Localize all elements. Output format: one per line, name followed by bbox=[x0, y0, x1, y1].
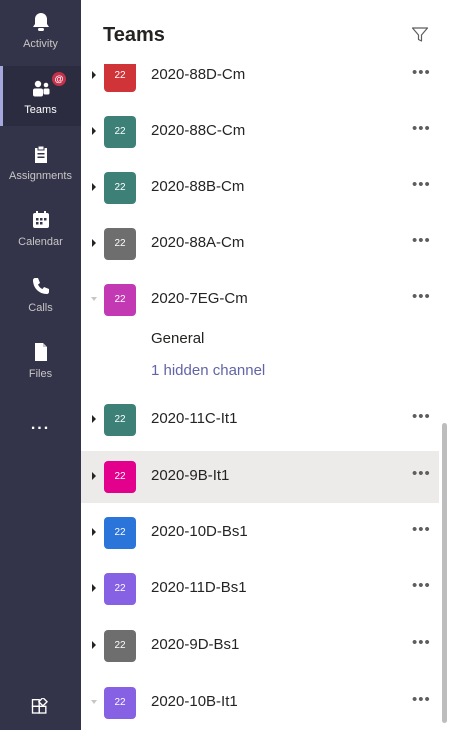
caret-right-icon[interactable] bbox=[90, 238, 98, 248]
rail-activity[interactable]: Activity bbox=[0, 0, 81, 60]
channel-general[interactable]: General bbox=[151, 330, 204, 347]
team-avatar: 22 bbox=[104, 116, 136, 148]
team-name: 2020-88A-Cm bbox=[151, 234, 245, 251]
team-name: 2020-88B-Cm bbox=[151, 178, 245, 195]
team-avatar: 22 bbox=[104, 517, 136, 549]
team-name: 2020-88C-Cm bbox=[151, 122, 246, 139]
team-row[interactable]: 22 2020-11C-It1 ••• bbox=[81, 394, 439, 446]
team-avatar: 22 bbox=[104, 228, 136, 260]
filter-icon[interactable] bbox=[411, 26, 429, 44]
more-apps-button[interactable]: ... bbox=[0, 416, 81, 434]
caret-down-icon[interactable] bbox=[90, 294, 98, 304]
rail-activity-label: Activity bbox=[23, 38, 58, 50]
teams-icon bbox=[32, 80, 49, 97]
team-name: 2020-7EG-Cm bbox=[151, 290, 248, 307]
rail-files-label: Files bbox=[28, 368, 53, 380]
team-row-selected[interactable]: 22 2020-9B-It1 ••• bbox=[81, 451, 439, 503]
assignments-icon bbox=[34, 145, 47, 163]
caret-down-icon[interactable] bbox=[90, 697, 98, 707]
more-options-button[interactable]: ••• bbox=[412, 408, 431, 425]
team-name: 2020-88D-Cm bbox=[151, 66, 246, 83]
more-options-button[interactable]: ••• bbox=[412, 64, 431, 81]
more-options-button[interactable]: ••• bbox=[412, 120, 431, 137]
team-avatar: 22 bbox=[104, 284, 136, 316]
rail-assignments-label: Assignments bbox=[9, 170, 72, 182]
team-row[interactable]: 22 2020-7EG-Cm ••• bbox=[81, 274, 439, 326]
calendar-icon bbox=[32, 211, 49, 228]
scrollbar[interactable] bbox=[442, 423, 447, 723]
rail-calls[interactable]: Calls bbox=[0, 264, 81, 324]
team-avatar: 22 bbox=[104, 461, 136, 493]
team-avatar: 22 bbox=[104, 573, 136, 605]
more-options-button[interactable]: ••• bbox=[412, 465, 431, 482]
caret-right-icon[interactable] bbox=[90, 126, 98, 136]
team-row[interactable]: 22 2020-9D-Bs1 ••• bbox=[81, 620, 439, 672]
more-options-button[interactable]: ••• bbox=[412, 176, 431, 193]
mention-badge: @ bbox=[52, 72, 66, 86]
phone-icon bbox=[32, 278, 49, 294]
team-avatar: 22 bbox=[104, 60, 136, 92]
rail-calendar[interactable]: Calendar bbox=[0, 198, 81, 258]
caret-right-icon[interactable] bbox=[90, 70, 98, 80]
apps-icon[interactable] bbox=[30, 698, 50, 718]
team-name: 2020-10B-It1 bbox=[151, 693, 238, 710]
team-name: 2020-9B-It1 bbox=[151, 467, 230, 484]
team-avatar: 22 bbox=[104, 404, 136, 436]
rail-files[interactable]: Files bbox=[0, 330, 81, 390]
team-row[interactable]: 22 2020-10B-It1 ••• bbox=[81, 677, 439, 729]
rail-calendar-label: Calendar bbox=[18, 236, 63, 248]
rail-teams[interactable]: @ Teams bbox=[0, 66, 81, 126]
team-name: 2020-11D-Bs1 bbox=[151, 579, 247, 596]
team-avatar: 22 bbox=[104, 687, 136, 719]
more-options-button[interactable]: ••• bbox=[412, 232, 431, 249]
teams-panel: Teams 22 2020-88D-Cm ••• 22 2020-88C-Cm … bbox=[81, 0, 449, 730]
team-avatar: 22 bbox=[104, 172, 136, 204]
team-row[interactable]: 22 2020-88A-Cm ••• bbox=[81, 218, 439, 270]
bell-icon bbox=[32, 13, 49, 31]
file-icon bbox=[34, 343, 47, 361]
more-options-button[interactable]: ••• bbox=[412, 577, 431, 594]
team-name: 2020-10D-Bs1 bbox=[151, 523, 248, 540]
caret-right-icon[interactable] bbox=[90, 640, 98, 650]
team-row[interactable]: 22 2020-11D-Bs1 ••• bbox=[81, 563, 439, 615]
more-options-button[interactable]: ••• bbox=[412, 521, 431, 538]
team-name: 2020-9D-Bs1 bbox=[151, 636, 240, 653]
team-avatar: 22 bbox=[104, 630, 136, 662]
rail-assignments[interactable]: Assignments bbox=[0, 132, 81, 192]
app-rail: Activity @ Teams Assignments Calendar Ca… bbox=[0, 0, 81, 730]
team-row[interactable]: 22 2020-10D-Bs1 ••• bbox=[81, 507, 439, 559]
active-indicator bbox=[0, 66, 3, 126]
rail-teams-label: Teams bbox=[24, 104, 57, 116]
caret-right-icon[interactable] bbox=[90, 471, 98, 481]
rail-calls-label: Calls bbox=[28, 302, 53, 314]
more-options-button[interactable]: ••• bbox=[412, 691, 431, 708]
caret-right-icon[interactable] bbox=[90, 527, 98, 537]
page-title: Teams bbox=[103, 24, 165, 46]
team-name: 2020-11C-It1 bbox=[151, 410, 238, 427]
hidden-channels-link[interactable]: 1 hidden channel bbox=[151, 362, 265, 379]
caret-right-icon[interactable] bbox=[90, 182, 98, 192]
team-row[interactable]: 22 2020-88B-Cm ••• bbox=[81, 162, 439, 214]
caret-right-icon[interactable] bbox=[90, 583, 98, 593]
panel-header: Teams bbox=[81, 0, 449, 64]
more-options-button[interactable]: ••• bbox=[412, 634, 431, 651]
more-options-button[interactable]: ••• bbox=[412, 288, 431, 305]
team-row[interactable]: 22 2020-88C-Cm ••• bbox=[81, 106, 439, 158]
caret-right-icon[interactable] bbox=[90, 414, 98, 424]
